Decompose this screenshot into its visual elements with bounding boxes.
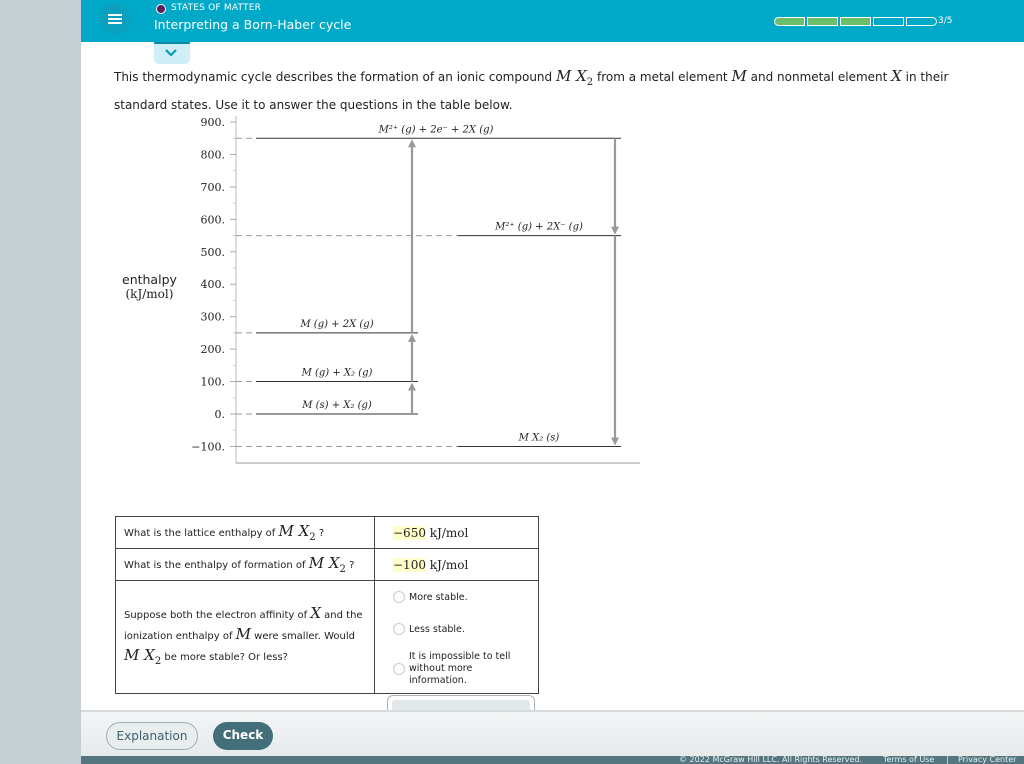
energy-level-label: M²⁺ (g) + 2X⁻ (g) <box>494 222 583 233</box>
progress-segment <box>873 17 904 26</box>
progress-bar <box>774 17 937 26</box>
arrow-head <box>408 333 416 342</box>
y-tick-label: 400. <box>201 278 226 291</box>
intro-part: from a metal element <box>593 70 732 84</box>
progress-label: 3/5 <box>938 16 953 26</box>
menu-button[interactable] <box>99 4 131 34</box>
question-mark: ? <box>345 560 355 571</box>
hamburger-icon-line <box>108 18 122 20</box>
hamburger-icon-line <box>108 22 122 24</box>
question-stability: Suppose both the electron affinity of X … <box>115 580 375 694</box>
table-row: Suppose both the electron affinity of X … <box>115 580 539 694</box>
main-panel: STATES OF MATTER Interpreting a Born-Hab… <box>81 0 1024 764</box>
compound-symbol: M X2 <box>124 645 162 667</box>
answer-unit: kJ/mol <box>425 525 469 540</box>
energy-level-label: M²⁺ (g) + 2e⁻ + 2X (g) <box>378 124 494 135</box>
radio-label: It is impossible to tell without more in… <box>409 651 511 686</box>
radio-label: Less stable. <box>409 623 465 635</box>
question-text: What is the enthalpy of formation of <box>124 560 309 571</box>
y-tick-label: 900. <box>201 116 226 129</box>
metal-symbol: M <box>235 624 251 643</box>
collapse-header-button[interactable] <box>154 42 190 64</box>
radio-label: More stable. <box>409 591 468 603</box>
radio-more-stable[interactable]: More stable. <box>393 591 538 603</box>
y-tick-label: 500. <box>201 246 226 259</box>
check-button[interactable]: Check <box>213 722 273 750</box>
intro-text: This thermodynamic cycle describes the f… <box>114 65 1004 116</box>
y-tick-label: 200. <box>201 343 226 356</box>
question-enthalpy-formation: What is the enthalpy of formation of M X… <box>115 548 375 581</box>
y-tick-label: 600. <box>201 213 226 226</box>
answer-enthalpy-formation[interactable]: −100 kJ/mol <box>374 548 539 581</box>
y-tick-label: 100. <box>201 376 226 389</box>
question-text: What is the lattice enthalpy of <box>124 528 279 539</box>
answer-stability: More stable. Less stable. It is impossib… <box>374 580 539 694</box>
radio-circle-icon[interactable] <box>393 623 405 635</box>
energy-level-label: M (s) + X₂ (g) <box>301 400 372 411</box>
answer-unit: kJ/mol <box>425 557 469 572</box>
arrow-head <box>408 382 416 391</box>
question-text: Suppose both the electron affinity of <box>124 609 311 621</box>
arrow-head <box>611 226 619 235</box>
y-tick-label: 800. <box>201 148 226 161</box>
explanation-button[interactable]: Explanation <box>106 722 198 750</box>
hamburger-icon <box>108 14 122 16</box>
progress-segment <box>906 17 937 26</box>
intro-part: and nonmetal element <box>746 70 892 84</box>
compound-text: M X <box>555 67 587 85</box>
compound-symbol: M X2 <box>555 67 593 88</box>
radio-less-stable[interactable]: Less stable. <box>393 623 538 635</box>
y-tick-label: 700. <box>201 181 226 194</box>
compound-symbol: M X2 <box>308 554 346 575</box>
y-tick-label: −100. <box>191 440 225 453</box>
page-title: Interpreting a Born-Haber cycle <box>154 17 352 32</box>
progress-segment <box>807 17 838 26</box>
arrow-head <box>611 437 619 446</box>
energy-level-label: M (g) + X₂ (g) <box>301 368 373 379</box>
arrow-head <box>408 139 416 148</box>
copyright-text: © 2022 McGraw Hill LLC. All Rights Reser… <box>679 756 863 764</box>
y-tick-label: 0. <box>215 408 226 421</box>
radio-circle-icon[interactable] <box>393 591 405 603</box>
progress-segment <box>840 17 871 26</box>
progress-segment <box>774 17 805 26</box>
intro-part: This thermodynamic cycle describes the f… <box>114 70 556 84</box>
metal-symbol: M <box>731 67 747 85</box>
copyright-bar: © 2022 McGraw Hill LLC. All Rights Reser… <box>81 756 1024 764</box>
answer-lattice-enthalpy[interactable]: −650 kJ/mol <box>374 516 539 549</box>
y-tick-label: 300. <box>201 311 226 324</box>
question-lattice-enthalpy: What is the lattice enthalpy of M X2 ? <box>115 516 375 549</box>
chevron-down-icon <box>165 49 177 57</box>
top-bar: STATES OF MATTER Interpreting a Born-Hab… <box>81 0 1024 42</box>
topic-label: STATES OF MATTER <box>171 3 262 13</box>
energy-level-label: M X₂ (s) <box>518 432 560 443</box>
energy-level-label: M (g) + 2X (g) <box>299 319 373 330</box>
question-table: What is the lattice enthalpy of M X2 ? −… <box>115 516 539 694</box>
topic-dot-icon <box>156 4 166 14</box>
terms-link[interactable]: Terms of Use <box>883 756 934 764</box>
nonmetal-symbol: X <box>310 603 321 622</box>
born-haber-diagram: 900. 800. 700. 600. 500. 400. 300. 200. 100. 0. −1… <box>191 116 640 464</box>
question-mark: ? <box>315 528 325 539</box>
answer-value[interactable]: −650 <box>393 525 426 540</box>
question-text: were smaller. Would <box>251 630 355 642</box>
footer-bar: Explanation Check <box>81 710 1024 758</box>
question-text: be more stable? Or less? <box>161 651 288 663</box>
radio-circle-icon[interactable] <box>393 663 405 675</box>
table-row: What is the enthalpy of formation of M X… <box>115 548 539 581</box>
left-gutter <box>0 0 81 764</box>
privacy-link[interactable]: Privacy Center <box>958 756 1016 764</box>
table-row: What is the lattice enthalpy of M X2 ? −… <box>115 516 539 549</box>
footer-separator: | <box>946 756 949 764</box>
compound-symbol: M X2 <box>278 522 316 543</box>
nonmetal-symbol: X <box>891 67 902 85</box>
answer-value[interactable]: −100 <box>393 557 426 572</box>
radio-impossible-to-tell[interactable]: It is impossible to tell without more in… <box>393 651 538 687</box>
